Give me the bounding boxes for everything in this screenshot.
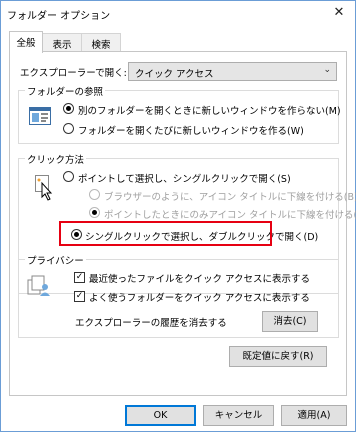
privacy-group: プライバシー ✓ 最近使ったファイルをクイック アクセスに表示する ✓ よく使う… — [18, 253, 339, 338]
clear-history-label: エクスプローラーの履歴を消去する — [75, 318, 227, 329]
chevron-down-icon: ⌄ — [323, 65, 331, 75]
radio-single-click[interactable] — [63, 171, 74, 182]
ok-button[interactable]: OK — [125, 405, 196, 426]
radio-new-window[interactable] — [63, 123, 74, 134]
windows-layout-icon — [29, 107, 51, 130]
close-icon[interactable]: ✕ — [329, 4, 349, 22]
same-window-label[interactable]: 別のフォルダーを開くときに新しいウィンドウを作らない(M) — [78, 103, 341, 117]
highlight-annotation — [59, 221, 272, 246]
explorer-open-label: エクスプローラーで開く: — [20, 68, 127, 79]
tab-general[interactable]: 全般 — [9, 31, 43, 53]
underline-point-label[interactable]: ポイントしたときにのみアイコン タイトルに下線を付ける(P) — [104, 207, 356, 221]
privacy-title: プライバシー — [25, 253, 86, 267]
restore-defaults-button[interactable]: 既定値に戻す(R) — [229, 346, 327, 367]
frequent-folders-label[interactable]: よく使うフォルダーをクイック アクセスに表示する — [89, 290, 310, 304]
clear-history-button[interactable]: 消去(C) — [262, 311, 318, 332]
click-method-title: クリック方法 — [25, 152, 87, 166]
title-bar: フォルダー オプション ✕ — [1, 1, 355, 26]
checkbox-frequent-folders[interactable]: ✓ — [74, 291, 85, 302]
privacy-people-icon — [27, 274, 53, 301]
radio-same-window[interactable] — [63, 103, 74, 114]
radio-underline-browser[interactable] — [89, 189, 100, 200]
recent-files-label[interactable]: 最近使ったファイルをクイック アクセスに表示する — [89, 271, 310, 285]
apply-button[interactable]: 適用(A) — [281, 405, 347, 426]
folder-options-dialog: フォルダー オプション ✕ 全般 表示 検索 エクスプローラーで開く: クイック… — [0, 0, 356, 432]
explorer-open-value: クイック アクセス — [135, 69, 214, 80]
underline-browser-label[interactable]: ブラウザーのように、アイコン タイトルに下線を付ける(B) — [104, 189, 356, 203]
radio-underline-point[interactable] — [89, 207, 100, 218]
explorer-open-dropdown[interactable]: クイック アクセス ⌄ — [128, 62, 337, 81]
browse-folders-title: フォルダーの参照 — [25, 84, 106, 98]
pointer-click-icon — [35, 175, 55, 204]
cancel-button[interactable]: キャンセル — [203, 405, 274, 426]
browse-folders-group: フォルダーの参照 別のフォルダーを開くときに新しいウィンドウを作らない(M) フ… — [18, 84, 341, 144]
single-click-label[interactable]: ポイントして選択し、シングルクリックで開く(S) — [78, 171, 291, 185]
checkbox-recent-files[interactable]: ✓ — [74, 272, 85, 283]
tab-search[interactable]: 検索 — [81, 33, 121, 52]
new-window-label[interactable]: フォルダーを開くたびに新しいウィンドウを作る(W) — [78, 123, 304, 137]
window-title: フォルダー オプション — [7, 11, 111, 22]
tab-view[interactable]: 表示 — [42, 33, 82, 52]
